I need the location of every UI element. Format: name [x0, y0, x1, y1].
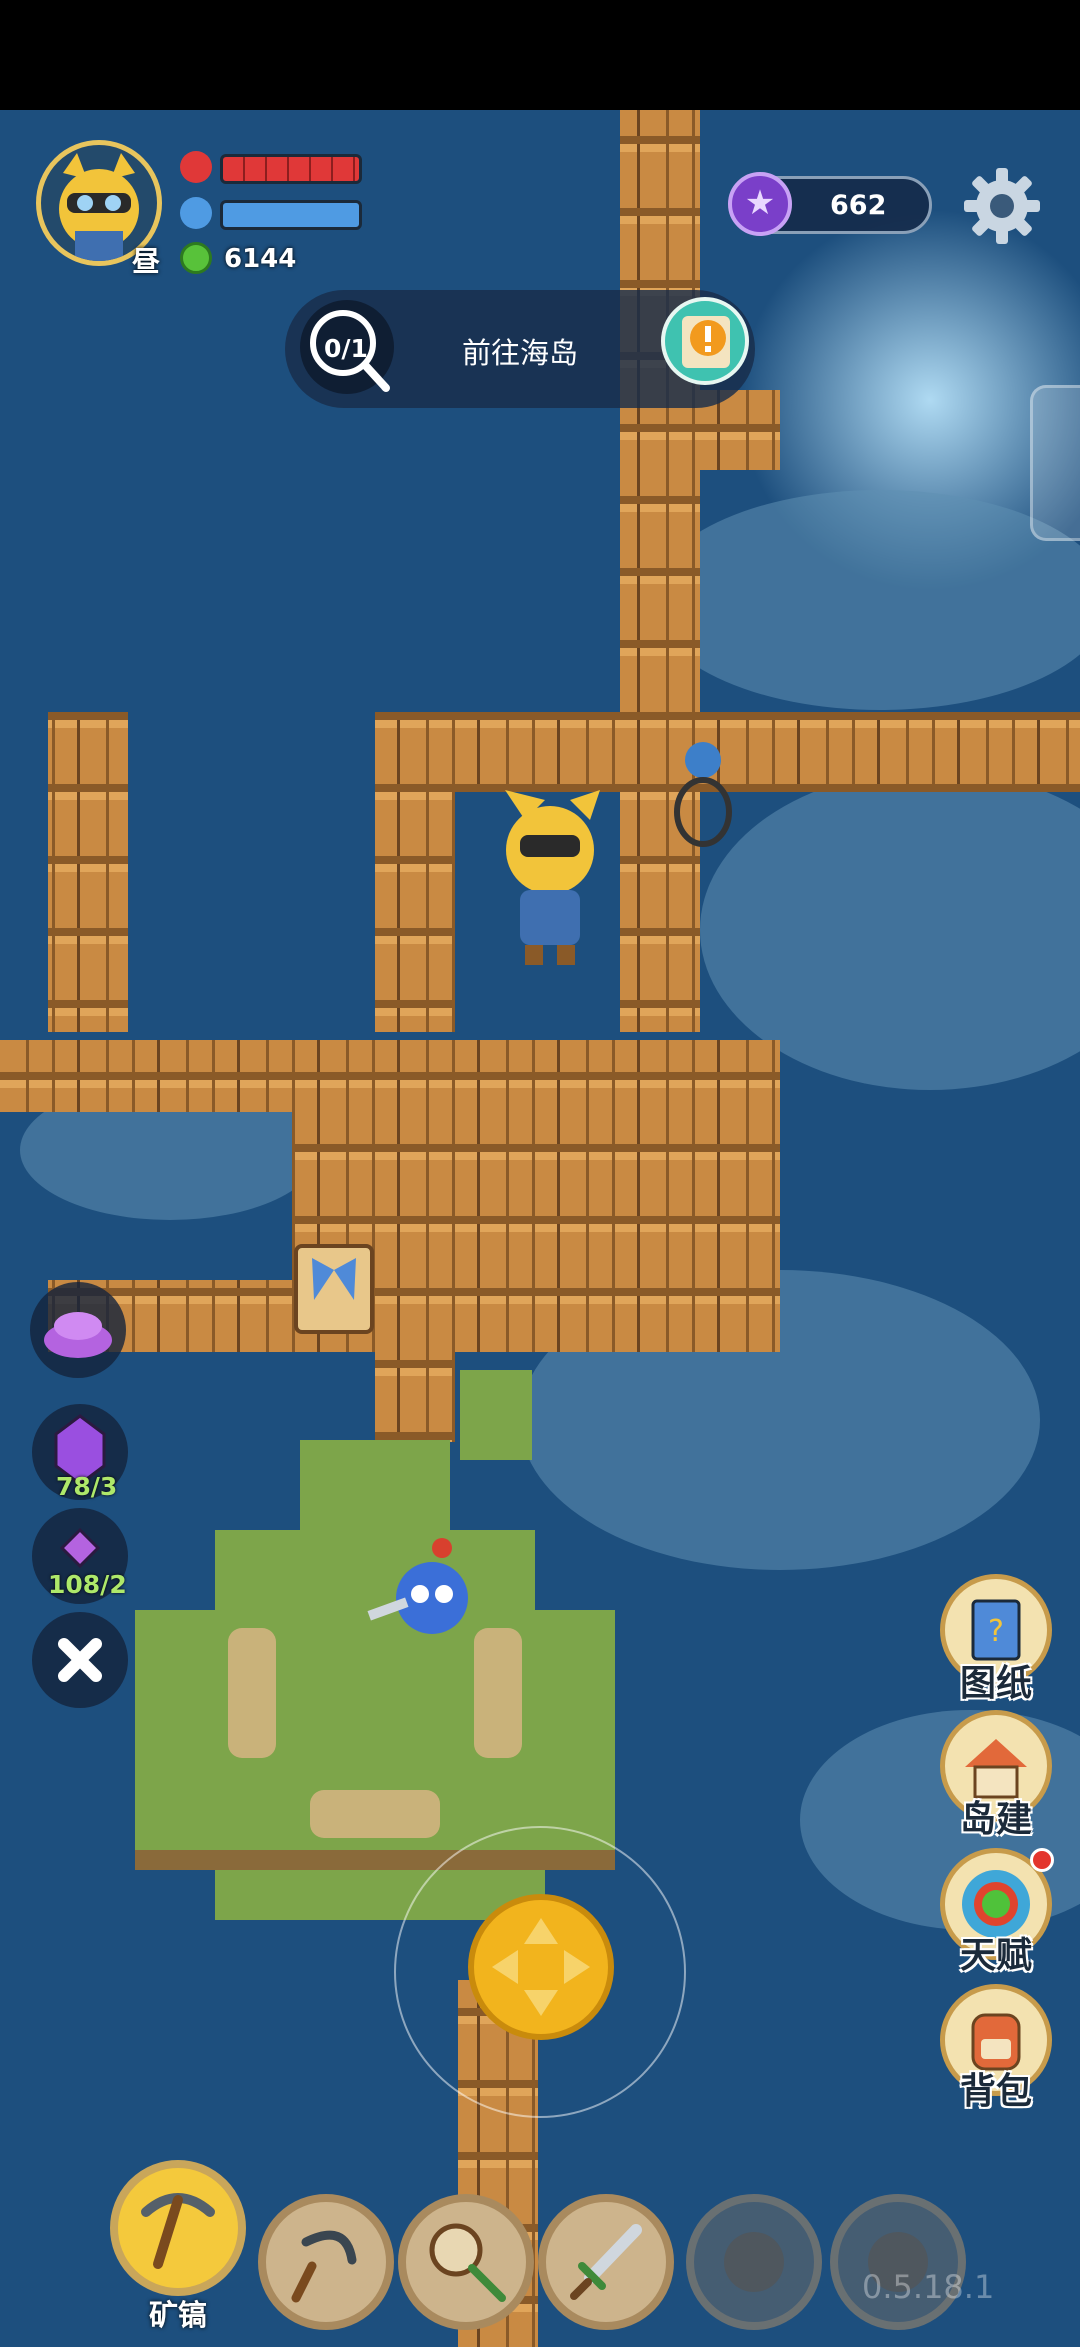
- version-label: 0.5.18.1: [862, 2268, 995, 2306]
- quest-text: 前往海岛: [462, 336, 579, 370]
- purple-star-gem-icon: ★: [728, 172, 792, 236]
- green-coin-icon: [180, 242, 212, 274]
- tool-slot-locked-1[interactable]: [686, 2194, 822, 2330]
- svg-text:?: ?: [988, 1614, 1004, 1649]
- shard-count: 108/2: [48, 1570, 127, 1599]
- purple-ore-pile-icon: [44, 1312, 112, 1358]
- gear-icon: [964, 168, 1040, 244]
- resource-ore-slot[interactable]: [30, 1282, 126, 1378]
- pickaxe-icon: [141, 2193, 215, 2269]
- backpack-label: 背包: [959, 2071, 1032, 2112]
- tool-slot-sickle[interactable]: [258, 2194, 394, 2330]
- locked-slot-icon: [724, 2232, 784, 2292]
- talent-label: 天赋: [959, 1935, 1032, 1976]
- exclamation-bubble-icon: [661, 297, 749, 385]
- blueprint-label: 图纸: [959, 1663, 1032, 1704]
- coin-count: 6144: [224, 244, 297, 274]
- island-build-label: 岛建: [959, 1799, 1032, 1840]
- crystal-count: 78/3: [56, 1472, 118, 1501]
- quest-progress: 0/1: [324, 334, 368, 363]
- tool-slot-sword[interactable]: [538, 2194, 674, 2330]
- water-drop-icon: [180, 197, 212, 229]
- tool-active-label: 矿镐: [148, 2298, 207, 2332]
- sickle-icon: [291, 2230, 357, 2303]
- sword-icon: [570, 2224, 642, 2300]
- close-icon: [58, 1638, 102, 1682]
- tool-slot-locked-2[interactable]: [830, 2194, 966, 2330]
- heart-icon: [180, 151, 212, 183]
- quest-hint-button[interactable]: [660, 296, 750, 396]
- mana-bar: [220, 200, 362, 230]
- butterfly-display-box[interactable]: [294, 1244, 374, 1334]
- tool-slot-bug-net[interactable]: [398, 2194, 534, 2330]
- health-bar: [220, 154, 362, 184]
- talent-notification-dot: [1030, 1848, 1054, 1872]
- bug-net-icon: [429, 2223, 506, 2302]
- dpad-arrows-icon: [492, 1918, 590, 2016]
- settings-button[interactable]: [962, 166, 1042, 246]
- joystick-knob[interactable]: [468, 1894, 614, 2040]
- side-drawer-tab[interactable]: [1030, 385, 1080, 541]
- time-of-day-label: 昼: [132, 245, 161, 278]
- tool-slot-pickaxe[interactable]: [110, 2160, 246, 2296]
- close-button[interactable]: [32, 1612, 128, 1708]
- gem-value: 662: [830, 190, 887, 221]
